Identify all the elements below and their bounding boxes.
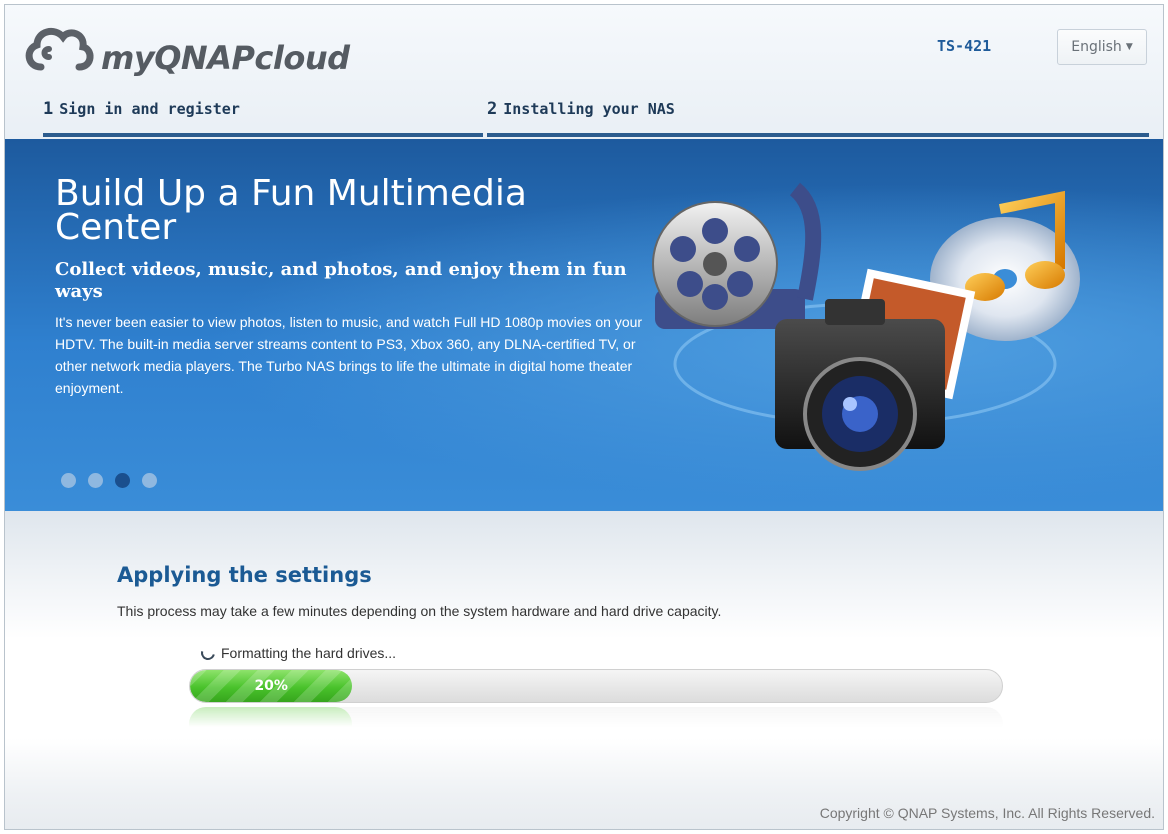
language-label: English	[1071, 39, 1122, 55]
footer: Copyright © QNAP Systems, Inc. All Right…	[5, 795, 1163, 829]
progress-reflection	[189, 707, 1003, 727]
language-select[interactable]: English ▼	[1057, 29, 1147, 65]
camera-icon	[775, 299, 945, 471]
step-number: 2	[487, 99, 498, 119]
step-label: Sign in and register	[59, 100, 240, 118]
header: myQNAPcloud TS-421 English ▼ 1 Sign in an…	[5, 5, 1163, 139]
feature-banner: Build Up a Fun Multimedia Center Collect…	[5, 139, 1163, 511]
cloud-logo-icon	[25, 27, 94, 71]
banner-subtitle: Collect videos, music, and photos, and e…	[55, 259, 627, 302]
app-window: myQNAPcloud TS-421 English ▼ 1 Sign in an…	[4, 4, 1164, 830]
multimedia-illustration	[652, 182, 1080, 471]
progress-fill: 20%	[190, 670, 353, 702]
status-line: Formatting the hard drives...	[198, 643, 397, 663]
step-sign-in: 1 Sign in and register	[43, 99, 483, 137]
progress-bar: 20%	[189, 669, 1003, 703]
status-text: Formatting the hard drives...	[221, 645, 397, 661]
section-description: This process may take a few minutes depe…	[117, 603, 722, 619]
carousel-dot[interactable]	[88, 473, 103, 488]
logo-text: myQNAPcloud	[101, 39, 350, 77]
carousel-dot[interactable]	[142, 473, 157, 488]
copyright-text: Copyright © QNAP Systems, Inc. All Right…	[819, 805, 1155, 821]
step-number: 1	[43, 99, 54, 119]
step-installing: 2 Installing your NAS	[487, 99, 1149, 137]
spinner-icon	[198, 643, 218, 663]
step-label: Installing your NAS	[503, 100, 675, 118]
caret-down-icon: ▼	[1125, 42, 1133, 52]
banner-title: Build Up a Fun Multimedia Center	[55, 173, 527, 248]
carousel-dot-active[interactable]	[115, 473, 130, 488]
section-title: Applying the settings	[117, 563, 372, 587]
banner-body: It's never been easier to view photos, l…	[55, 314, 643, 396]
logo: myQNAPcloud	[19, 21, 350, 81]
film-reel-icon	[652, 182, 822, 329]
device-model: TS-421	[937, 37, 992, 55]
progress-section: Applying the settings This process may t…	[5, 511, 1163, 795]
carousel-dots	[61, 473, 157, 488]
carousel-dot[interactable]	[61, 473, 76, 488]
wizard-steps: 1 Sign in and register 2 Installing your N…	[43, 99, 1149, 137]
